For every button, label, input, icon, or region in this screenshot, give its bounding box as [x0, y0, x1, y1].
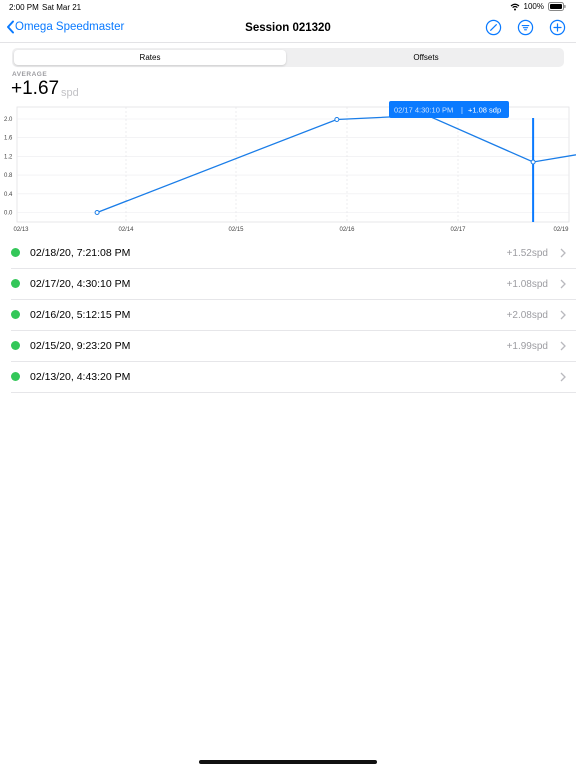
status-right: 100%: [510, 2, 566, 11]
list-item[interactable]: 02/16/20, 5:12:15 PM +2.08spd: [11, 300, 576, 331]
chart-tooltip-date: 02/17 4:30:10 PM: [394, 106, 453, 115]
chart-tooltip: 02/17 4:30:10 PM | +1.08 sdp: [389, 101, 509, 118]
edit-circle-icon[interactable]: [485, 19, 502, 36]
chart-data-point: [530, 159, 536, 165]
chart-x-tick-label: 02/15: [228, 227, 244, 233]
chart-x-tick-label: 02/19: [553, 227, 569, 233]
chart-x-tick-label: 02/17: [450, 227, 466, 233]
wifi-icon: [510, 3, 519, 10]
chevron-right-icon: [560, 248, 566, 258]
nav-bar: Omega Speedmaster Session 021320: [0, 14, 576, 43]
list-item[interactable]: 02/17/20, 4:30:10 PM +1.08spd: [11, 269, 576, 300]
chart-data-point: [334, 116, 340, 122]
chart-points: [94, 112, 536, 215]
chart-plot-frame: [16, 106, 570, 223]
chart-y-tick-label: 1.6: [4, 136, 13, 142]
chevron-right-icon: [560, 310, 566, 320]
status-bar: 2:00 PM Sat Mar 21 100%: [0, 0, 576, 14]
chart-x-tick-label: 02/13: [13, 227, 29, 233]
session-date: 02/16/20, 5:12:15 PM: [30, 309, 131, 321]
session-rate: +1.52spd: [506, 248, 548, 259]
battery-icon: [548, 2, 566, 11]
chart-x-ticks: 02/13 02/14 02/15 02/16 02/17 02/19: [13, 227, 569, 233]
session-date: 02/13/20, 4:43:20 PM: [30, 371, 131, 383]
chart-tooltip-value: +1.08 sdp: [468, 106, 501, 115]
filter-icon[interactable]: [517, 19, 534, 36]
battery-percent: 100%: [523, 2, 544, 11]
chart-y-tick-label: 1.2: [4, 154, 13, 160]
chart-y-tick-label: 0.4: [4, 192, 13, 198]
chart-tooltip-separator: |: [461, 106, 463, 115]
status-time: 2:00 PM: [9, 3, 39, 12]
chart-y-tick-label: 0.0: [4, 211, 13, 217]
chart-grid: [16, 106, 570, 223]
session-date: 02/17/20, 4:30:10 PM: [30, 278, 131, 290]
status-dot: [11, 310, 20, 319]
chevron-right-icon: [560, 372, 566, 382]
average-unit: spd: [61, 87, 79, 99]
status-dot: [11, 279, 20, 288]
chart-series-line: [96, 114, 576, 214]
chart-data-point: [94, 210, 100, 215]
list-item[interactable]: 02/15/20, 9:23:20 PM +1.99spd: [11, 331, 576, 362]
session-date: 02/18/20, 7:21:08 PM: [30, 247, 131, 259]
status-dot: [11, 372, 20, 381]
list-item[interactable]: 02/13/20, 4:43:20 PM: [11, 362, 576, 393]
average-label: AVERAGE: [12, 71, 48, 78]
average-value: +1.67: [11, 78, 60, 99]
chart-x-tick-label: 02/14: [118, 227, 134, 233]
chevron-right-icon: [560, 341, 566, 351]
status-dot: [11, 341, 20, 350]
home-indicator[interactable]: [199, 760, 377, 764]
add-circle-icon[interactable]: [549, 19, 566, 36]
session-date: 02/15/20, 9:23:20 PM: [30, 340, 131, 352]
chart-y-tick-label: 0.8: [4, 173, 13, 179]
nav-actions: [485, 19, 566, 36]
tab-offsets[interactable]: Offsets: [290, 50, 562, 65]
session-rate: +2.08spd: [506, 310, 548, 321]
segmented-control: Rates Offsets: [12, 48, 564, 67]
tab-rates[interactable]: Rates: [14, 50, 286, 65]
session-rate: +1.99spd: [506, 341, 548, 352]
chart-x-tick-label: 02/16: [339, 227, 355, 233]
list-item[interactable]: 02/18/20, 7:21:08 PM +1.52spd: [11, 238, 576, 269]
session-list: 02/18/20, 7:21:08 PM +1.52spd 02/17/20, …: [11, 238, 576, 393]
chart-y-ticks: 2.0 1.6 1.2 0.8 0.4 0.0: [4, 117, 13, 217]
status-date: Sat Mar 21: [42, 3, 82, 12]
chart-y-tick-label: 2.0: [4, 117, 13, 123]
session-rate: +1.08spd: [506, 279, 548, 290]
rates-chart[interactable]: 2.01.61.20.80.40.0 02/13 02/14 02/15 02/16 0…: [0, 100, 576, 240]
status-dot: [11, 248, 20, 257]
chevron-right-icon: [560, 279, 566, 289]
